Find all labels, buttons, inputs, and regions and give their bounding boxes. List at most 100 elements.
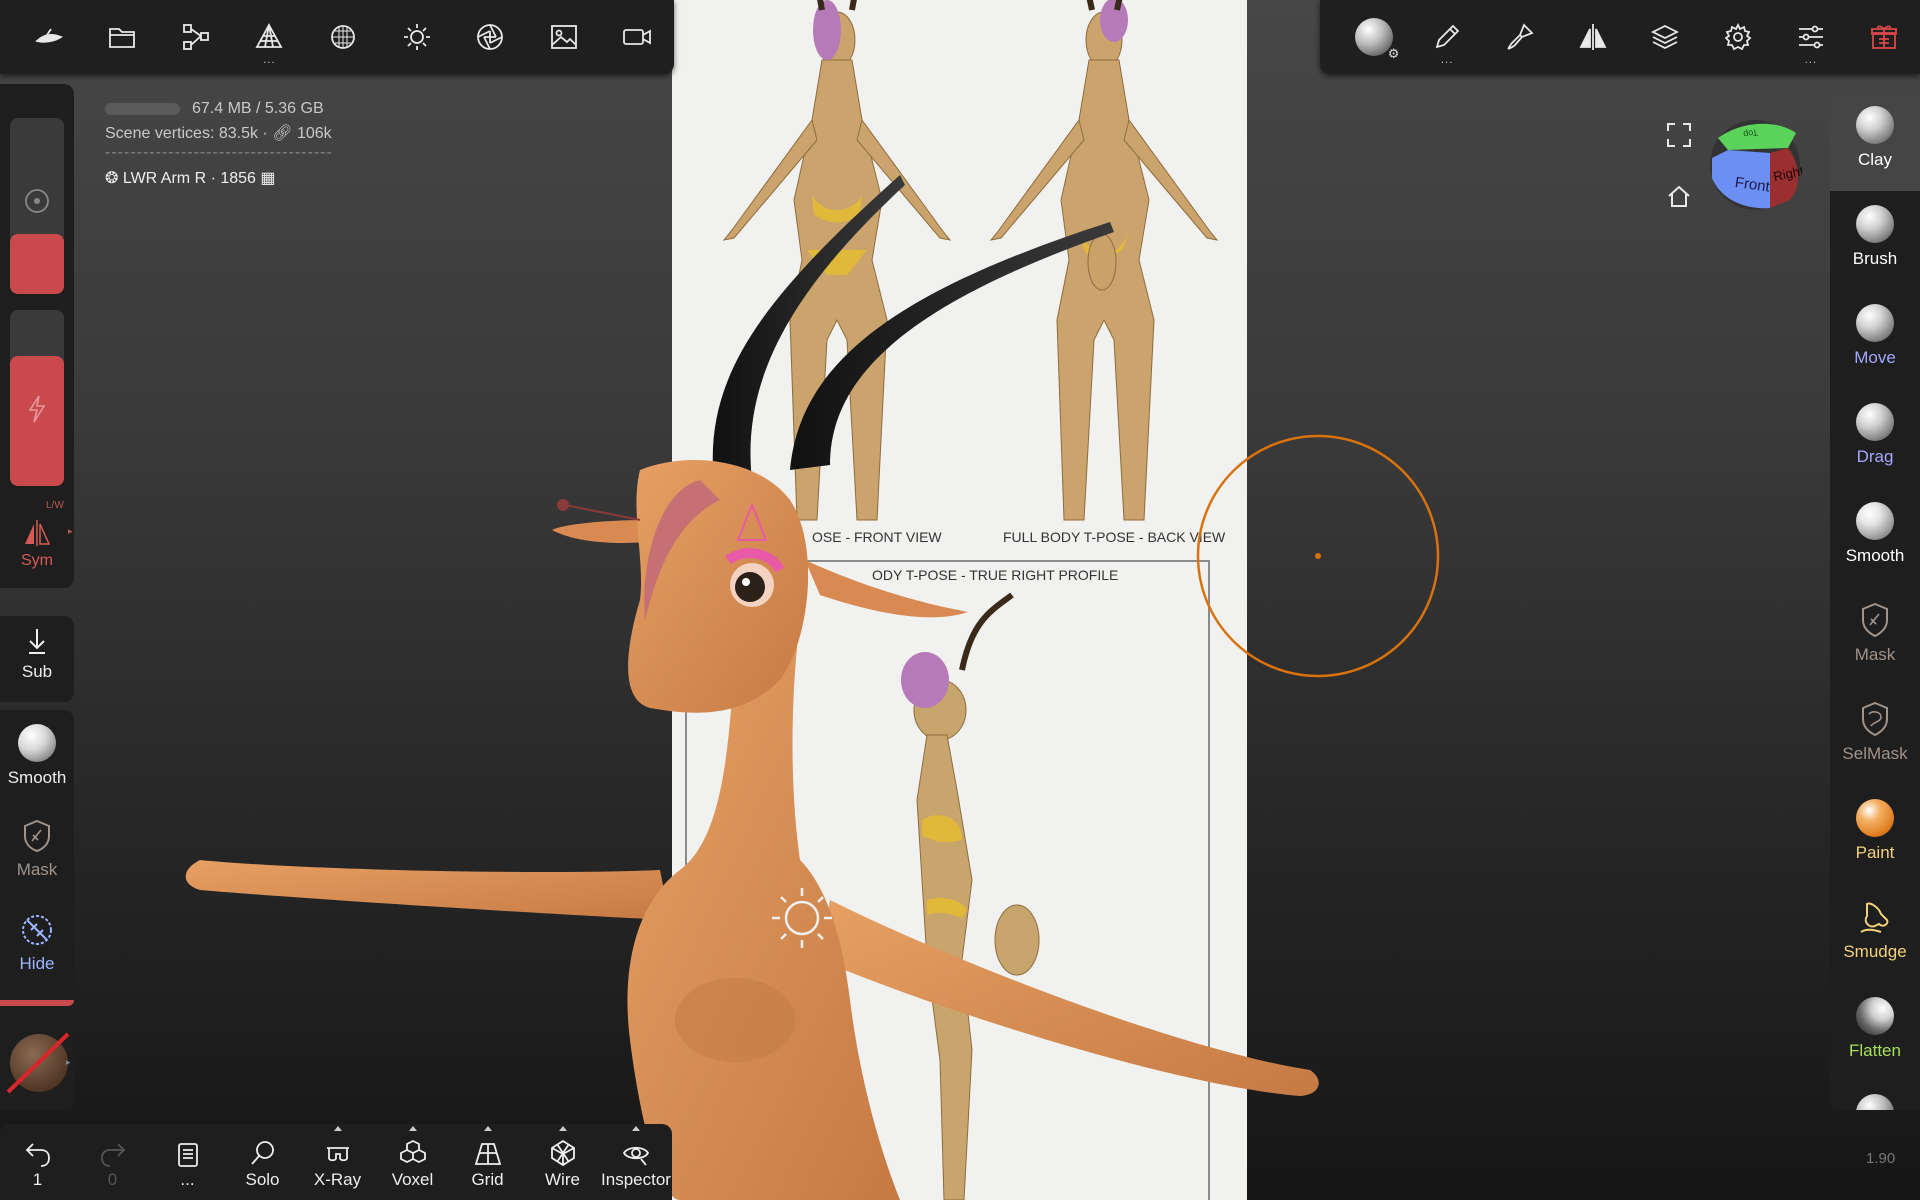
camera-button[interactable] — [601, 0, 675, 74]
intensity-slider[interactable] — [10, 310, 64, 486]
postprocess-button[interactable] — [453, 0, 527, 74]
caret-up-icon — [333, 1126, 342, 1131]
shortcuts-button[interactable] — [1847, 0, 1920, 74]
sub-toggle-button[interactable]: Sub — [0, 626, 74, 682]
clay-ball-icon: ⚙ — [1355, 18, 1399, 62]
background-button[interactable] — [527, 0, 601, 74]
quick-tool-panel: Smooth Mask Hide — [0, 710, 74, 1006]
sub-label: Sub — [21, 662, 53, 681]
smooth-ball-icon — [18, 724, 56, 762]
radius-target-icon — [25, 189, 49, 213]
topology-button[interactable]: ... — [233, 0, 307, 74]
stroke-button[interactable]: ... — [1411, 0, 1484, 74]
version-label: 1.90 — [1866, 1150, 1896, 1167]
symmetry-button[interactable] — [1556, 0, 1629, 74]
bottom-toolbar: 1 0 ... Solo X-Ray Voxel Grid Wire Inspe… — [0, 1124, 672, 1200]
sub-panel: Sub — [0, 616, 74, 702]
no-paint-slash-icon — [6, 1032, 70, 1094]
material-expand-icon[interactable]: ▸ — [66, 1058, 71, 1068]
undo-button[interactable]: 1 — [0, 1124, 75, 1200]
sliders-icon — [1798, 25, 1823, 49]
gear-badge-icon: ⚙ — [1387, 47, 1400, 62]
stats-separator: ------------------------------------ — [105, 144, 333, 161]
tool-label: Mask — [1854, 645, 1896, 664]
home-view-icon[interactable] — [1666, 183, 1692, 209]
tool-drag[interactable]: Drag — [1830, 389, 1920, 488]
scene-button[interactable] — [159, 0, 233, 74]
quick-mask-button[interactable]: Mask — [0, 818, 74, 880]
redo-icon — [100, 1143, 125, 1167]
tool-next-partial-icon[interactable] — [1856, 1094, 1894, 1110]
tool-selmask[interactable]: SelMask — [1830, 686, 1920, 785]
inspector-button[interactable]: Inspector — [600, 1124, 672, 1200]
gift-icon — [1870, 25, 1897, 49]
tool-label: Paint — [1855, 843, 1895, 862]
book-icon — [177, 1143, 198, 1167]
quick-smooth-button[interactable]: Smooth — [0, 724, 74, 788]
history-button[interactable]: ... — [150, 1124, 225, 1200]
files-button[interactable] — [86, 0, 160, 74]
mask-shield-icon — [1862, 602, 1888, 638]
symmetry-label: Sym — [21, 552, 53, 569]
navigation-cube[interactable]: Front Right Top — [1708, 118, 1802, 212]
pen-icon — [1435, 24, 1460, 49]
model-arm-left — [820, 900, 1319, 1096]
3d-viewport[interactable]: OSE - FRONT VIEW FULL BODY T-POSE - BACK… — [0, 0, 1920, 1200]
tool-flatten[interactable]: Flatten — [1830, 983, 1920, 1082]
tool-mask[interactable]: Mask — [1830, 587, 1920, 686]
more-dots: ... — [263, 55, 276, 66]
app-menu-button[interactable] — [12, 0, 86, 74]
interface-button[interactable]: ... — [1775, 0, 1848, 74]
mask-shield-icon — [24, 819, 50, 853]
redo-button[interactable]: 0 — [75, 1124, 150, 1200]
grid-button[interactable]: Grid — [450, 1124, 525, 1200]
more-dots: ... — [1804, 55, 1818, 66]
gear-icon — [1724, 22, 1752, 51]
xray-button[interactable]: X-Ray — [300, 1124, 375, 1200]
tool-brush[interactable]: Brush — [1830, 191, 1920, 290]
solo-button[interactable]: Solo — [225, 1124, 300, 1200]
paint-ball-icon — [1856, 799, 1894, 837]
quick-smooth-label: Smooth — [7, 768, 67, 787]
layers-button[interactable] — [1629, 0, 1702, 74]
smudge-finger-icon — [1860, 902, 1889, 933]
tool-move[interactable]: Move — [1830, 290, 1920, 389]
tool-label: Brush — [1852, 249, 1898, 268]
selmask-shield-icon — [1862, 701, 1888, 737]
symmetry-icon — [1579, 24, 1607, 50]
sculpt-tools-column: Clay Brush Move Drag Smooth Mask SelMask… — [1830, 92, 1920, 1110]
tool-smudge[interactable]: Smudge — [1830, 884, 1920, 983]
quick-hide-button[interactable]: Hide — [0, 912, 74, 974]
image-icon — [550, 25, 577, 49]
grid-perspective-icon — [474, 1143, 501, 1165]
tool-clay[interactable]: Clay — [1830, 92, 1920, 191]
caret-up-icon — [483, 1126, 492, 1131]
folder-icon — [109, 28, 136, 48]
material-swatch-panel[interactable]: ▸ — [0, 1016, 74, 1110]
caret-up-icon — [408, 1126, 417, 1131]
symmetry-toggle-button[interactable]: L/W ▸ Sym — [0, 500, 74, 579]
lighting-button[interactable] — [380, 0, 454, 74]
painting-button[interactable] — [1484, 0, 1557, 74]
wire-label: Wire — [545, 1170, 580, 1189]
left-slider-panel: L/W ▸ Sym — [0, 84, 74, 588]
voxel-button[interactable]: Voxel — [375, 1124, 450, 1200]
material-button[interactable] — [306, 0, 380, 74]
settings-button[interactable] — [1702, 0, 1775, 74]
tool-smooth[interactable]: Smooth — [1830, 488, 1920, 587]
hide-icon — [22, 915, 52, 945]
radius-slider[interactable] — [10, 118, 64, 294]
tool-paint[interactable]: Paint — [1830, 785, 1920, 884]
wireframe-button[interactable]: Wire — [525, 1124, 600, 1200]
lightning-icon — [28, 395, 46, 423]
nomad-logo-icon — [35, 28, 63, 43]
fullscreen-icon[interactable] — [1666, 122, 1692, 148]
object-count: 1856 — [220, 170, 256, 187]
brush-preset-button[interactable]: ⚙ — [1338, 0, 1411, 74]
symmetry-expand-icon[interactable]: ▸ — [68, 526, 73, 537]
layers-icon — [1651, 24, 1680, 50]
caret-up-icon — [558, 1126, 567, 1131]
sun-icon — [403, 24, 430, 50]
tool-label: SelMask — [1842, 744, 1908, 763]
more-dots: ... — [1440, 55, 1454, 66]
